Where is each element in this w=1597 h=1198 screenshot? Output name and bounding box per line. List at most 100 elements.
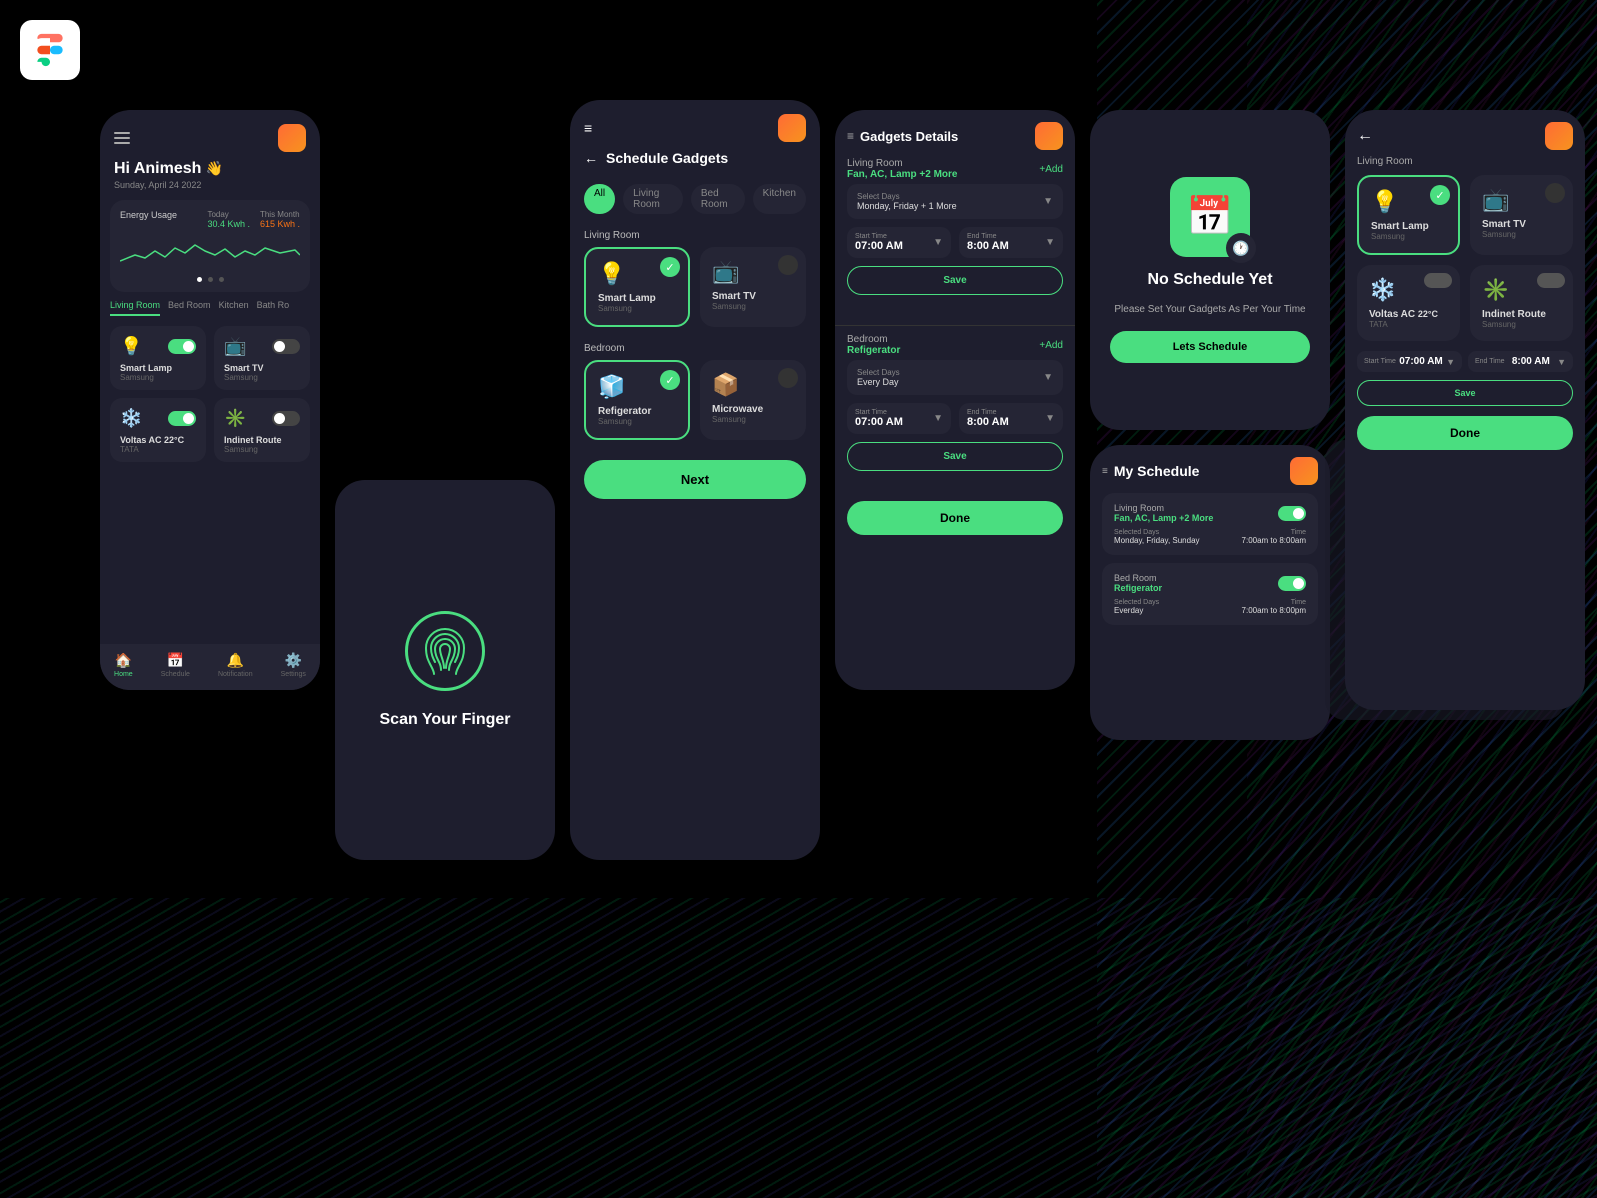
end-time-value: 8:00 AM [967,240,1009,252]
living-room-save-btn[interactable]: Save [847,266,1063,295]
next-button[interactable]: Next [584,460,806,499]
filter-bed-room[interactable]: Bed Room [691,184,745,214]
s7-end-time[interactable]: End Time 8:00 AM ▼ [1468,351,1573,372]
tv-brand: Samsung [224,373,300,382]
nav-home[interactable]: 🏠 Home [114,652,133,678]
living-room-days-select[interactable]: Select Days Monday, Friday + 1 More ▼ [847,184,1063,219]
nav-settings[interactable]: ⚙️ Settings [281,652,306,678]
bedroom-add-btn[interactable]: +Add [1039,340,1063,351]
days-label-1: Selected Days [1114,529,1200,536]
fingerprint-icon [405,611,485,691]
screen7-room-label: Living Room [1357,156,1573,167]
nav-notification[interactable]: 🔔 Notification [218,652,253,678]
s7-end-label: End Time [1475,358,1505,365]
tab-bath[interactable]: Bath Ro [257,300,290,316]
schedule-nav-label: Schedule [161,671,190,678]
energy-values: Today 30.4 Kwh . This Month 615 Kwh . [207,210,300,229]
living-room-add-btn[interactable]: +Add [1039,164,1063,175]
tv-name: Smart TV [224,363,300,373]
avatar-schedule[interactable] [778,114,806,142]
avatar[interactable] [278,124,306,152]
ac-toggle[interactable] [168,411,196,426]
router-toggle[interactable] [272,411,300,426]
schedule-toggle-1[interactable] [1278,506,1306,521]
screen7-back-arrow[interactable]: ← [1357,127,1373,145]
gadget-microwave[interactable]: 📦 Microwave Samsung [700,360,806,440]
gadget-uncheck-icon [778,255,798,275]
avatar-s7[interactable] [1545,122,1573,150]
s7-ac-name: Voltas AC 22°C [1369,309,1448,320]
s7-done-btn[interactable]: Done [1357,416,1573,450]
s7-lamp-check: ✓ [1430,185,1450,205]
chart-dots [120,277,300,282]
lamp-toggle[interactable] [168,339,196,354]
back-button[interactable]: ≡ [584,120,592,136]
s7-lamp-card: ✓ 💡 Smart Lamp Samsung [1357,175,1460,255]
lamp-gadget-name: Smart Lamp [598,293,676,304]
tv-toggle[interactable] [272,339,300,354]
s7-tv-uncheck [1545,183,1565,203]
gadgets-details-title: Gadgets Details [860,129,958,144]
router-icon: ✳️ [224,408,246,429]
schedule-toggle-2[interactable] [1278,576,1306,591]
s7-start-chevron: ▼ [1446,357,1455,367]
menu-icon-6[interactable]: ≡ [1102,466,1108,477]
gadget-refrigerator[interactable]: ✓ 🧊 Refigerator Samsung [584,360,690,440]
filter-all[interactable]: All [584,184,615,214]
start-time-box[interactable]: Start Time 07:00 AM ▼ [847,227,951,258]
s7-ac-toggle[interactable] [1424,273,1452,288]
gadgets-details-header: ≡ Gadgets Details [835,110,1075,158]
s7-start-value: 07:00 AM [1399,356,1443,367]
s7-start-time[interactable]: Start Time 07:00 AM ▼ [1357,351,1462,372]
greeting-text: Hi Animesh 👋 [114,160,306,178]
bedroom-end-time-box[interactable]: End Time 8:00 AM ▼ [959,403,1063,434]
time-label-1: Time [1242,529,1306,536]
end-time-box[interactable]: End Time 8:00 AM ▼ [959,227,1063,258]
living-room-section: Living Room [570,224,820,247]
s7-router-toggle[interactable] [1537,273,1565,288]
microwave-gadget-name: Microwave [712,404,794,415]
avatar-schedule-6[interactable] [1290,457,1318,485]
energy-card: Energy Usage Today 30.4 Kwh . This Month… [110,200,310,292]
bedroom-schedule-section: Bedroom Refigerator +Add Select Days Eve… [835,334,1075,493]
tab-living-room[interactable]: Living Room [110,300,160,316]
notification-nav-icon: 🔔 [227,652,244,669]
bedroom-days-select[interactable]: Select Days Every Day ▼ [847,360,1063,395]
device-card-ac: ❄️ Voltas AC 22°C TATA [110,398,206,462]
filter-living-room[interactable]: Living Room [623,184,683,214]
select-days-value: Monday, Friday + 1 More [857,201,957,211]
greeting-emoji: 👋 [206,160,223,176]
back-arrow-btn[interactable]: ← [584,150,598,166]
gadget-smart-lamp[interactable]: ✓ 💡 Smart Lamp Samsung [584,247,690,327]
time-val-1: 7:00am to 8:00am [1242,536,1306,545]
clock-icon: 🕐 [1226,233,1256,263]
gadgets-details-done-btn[interactable]: Done [847,501,1063,535]
menu-icon[interactable] [114,132,130,144]
home-nav-label: Home [114,671,133,678]
chevron-down-icon: ▼ [1043,196,1053,207]
device-card-router: ✳️ Indinet Route Samsung [214,398,310,462]
s7-tv-name: Smart TV [1482,219,1561,230]
s7-save-btn[interactable]: Save [1357,380,1573,406]
nav-schedule[interactable]: 📅 Schedule [161,652,190,678]
avatar-details[interactable] [1035,122,1063,150]
s7-router-brand: Samsung [1482,320,1561,329]
tab-kitchen[interactable]: Kitchen [219,300,249,316]
tab-bed-room[interactable]: Bed Room [168,300,211,316]
menu-icon-4[interactable]: ≡ [847,129,854,143]
screen7-room-section: Living Room [1345,156,1585,175]
ac-icon: ❄️ [120,408,142,429]
bedroom-title: Bedroom [847,334,900,345]
bedroom-start-label: Start Time [855,409,903,416]
lets-schedule-btn[interactable]: Lets Schedule [1110,331,1310,363]
bedroom-header: Bedroom Refigerator +Add [847,334,1063,356]
settings-nav-label: Settings [281,671,306,678]
filter-kitchen[interactable]: Kitchen [753,184,806,214]
bedroom-save-btn[interactable]: Save [847,442,1063,471]
screen-fingerprint: Scan Your Finger [335,480,555,860]
gadget-smart-tv[interactable]: 📺 Smart TV Samsung [700,247,806,327]
living-room-header: Living Room Fan, AC, Lamp +2 More +Add [847,158,1063,180]
bedroom-chevron-icon: ▼ [1043,372,1053,383]
bedroom-start-time-box[interactable]: Start Time 07:00 AM ▼ [847,403,951,434]
schedule-room-1: Living Room [1114,503,1213,513]
